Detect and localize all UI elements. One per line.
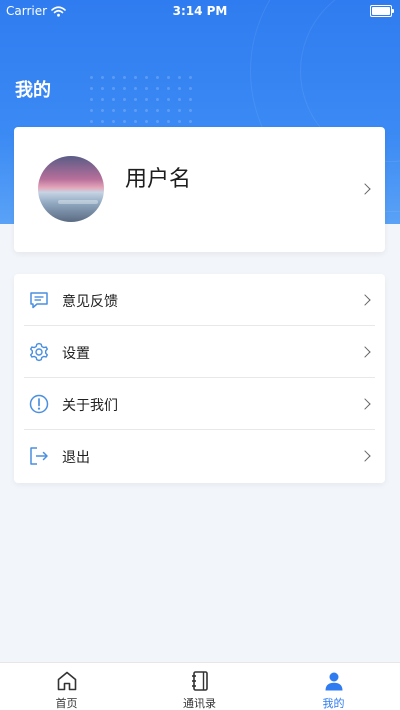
menu-item-label: 设置 bbox=[62, 346, 90, 362]
chevron-right-icon bbox=[359, 346, 371, 358]
page-title: 我的 bbox=[15, 80, 51, 101]
logout-icon bbox=[30, 447, 48, 465]
tab-home[interactable]: 首页 bbox=[0, 663, 133, 710]
menu-item-label: 关于我们 bbox=[62, 398, 118, 414]
tab-contacts[interactable]: 通讯录 bbox=[133, 663, 266, 710]
menu-item-about[interactable]: 关于我们 bbox=[24, 378, 375, 430]
screen: Carrier 3:14 PM 我的 用户名 意见反馈 设置 关于我们 退出 首… bbox=[0, 0, 400, 710]
status-bar: Carrier 3:14 PM bbox=[0, 0, 400, 22]
chevron-right-icon bbox=[359, 294, 371, 306]
feedback-icon bbox=[30, 292, 48, 309]
menu-item-logout[interactable]: 退出 bbox=[24, 430, 375, 482]
status-time: 3:14 PM bbox=[172, 4, 228, 18]
contacts-book-icon bbox=[192, 671, 208, 691]
tab-mine[interactable]: 我的 bbox=[267, 663, 400, 710]
username: 用户名 bbox=[125, 167, 192, 192]
decor-dots bbox=[86, 72, 196, 128]
tab-bar: 首页 通讯录 我的 bbox=[0, 662, 400, 710]
avatar-detail bbox=[58, 200, 98, 204]
tab-label: 首页 bbox=[55, 697, 78, 710]
tab-label: 通讯录 bbox=[183, 697, 216, 710]
user-icon bbox=[325, 672, 343, 691]
chevron-right-icon bbox=[359, 398, 371, 410]
avatar[interactable] bbox=[38, 156, 104, 222]
chevron-right-icon bbox=[359, 450, 371, 462]
home-icon bbox=[57, 671, 77, 691]
info-icon bbox=[29, 394, 49, 414]
chevron-right-icon bbox=[359, 183, 371, 195]
tab-label: 我的 bbox=[322, 697, 345, 710]
profile-card[interactable]: 用户名 bbox=[14, 127, 385, 252]
menu-item-label: 意见反馈 bbox=[62, 294, 118, 310]
menu-item-label: 退出 bbox=[62, 450, 90, 466]
battery-icon bbox=[370, 5, 394, 17]
menu-item-settings[interactable]: 设置 bbox=[24, 326, 375, 378]
menu-item-feedback[interactable]: 意见反馈 bbox=[24, 274, 375, 326]
menu-card: 意见反馈 设置 关于我们 退出 bbox=[14, 274, 385, 483]
gear-icon bbox=[30, 342, 48, 362]
